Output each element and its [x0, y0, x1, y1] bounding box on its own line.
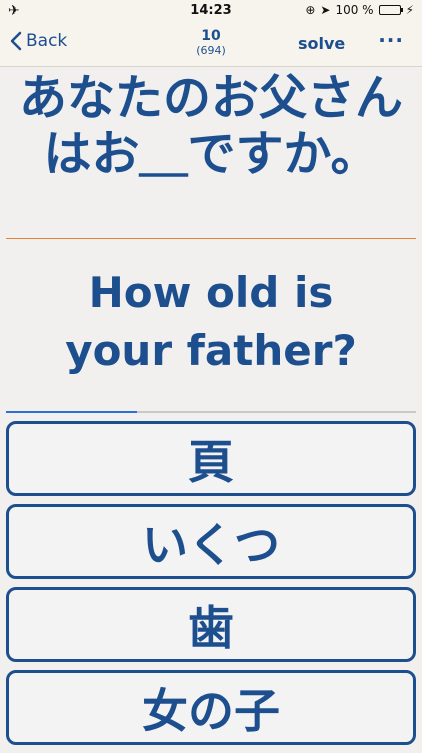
charging-icon: ⚡ — [405, 3, 414, 17]
battery-icon — [378, 5, 403, 15]
lock-rotation-icon: ⊕ — [305, 3, 316, 17]
back-button[interactable]: Back — [10, 31, 67, 51]
answer-button-4[interactable]: 女の子 — [6, 670, 416, 745]
translation-text: How old is your father? — [8, 264, 414, 380]
solve-button[interactable]: solve — [298, 34, 345, 53]
answer-list: 頁 いくつ 歯 女の子 — [6, 421, 416, 753]
nav-bar: Back 10 (694) solve ··· — [0, 22, 422, 67]
answer-button-3[interactable]: 歯 — [6, 587, 416, 662]
progress-bar — [6, 411, 416, 413]
more-icon[interactable]: ··· — [378, 28, 404, 52]
translation-line-1: How old is — [88, 268, 334, 317]
battery-percent: 100 % — [335, 3, 374, 17]
divider — [6, 238, 416, 239]
progress-fill — [6, 411, 138, 413]
answer-button-2[interactable]: いくつ — [6, 504, 416, 579]
translation-line-2: your father? — [65, 326, 357, 375]
back-label: Back — [26, 31, 68, 51]
location-icon: ➤ — [320, 3, 331, 17]
answer-button-1[interactable]: 頁 — [6, 421, 416, 496]
question-text: あなたのお父さんはお＿ですか。 — [18, 70, 403, 182]
status-bar: ✈ 14:23 ⊕ ➤ 100 % ⚡ — [0, 0, 422, 22]
status-right: ⊕ ➤ 100 % ⚡ — [305, 3, 414, 17]
chevron-left-icon — [10, 31, 22, 51]
